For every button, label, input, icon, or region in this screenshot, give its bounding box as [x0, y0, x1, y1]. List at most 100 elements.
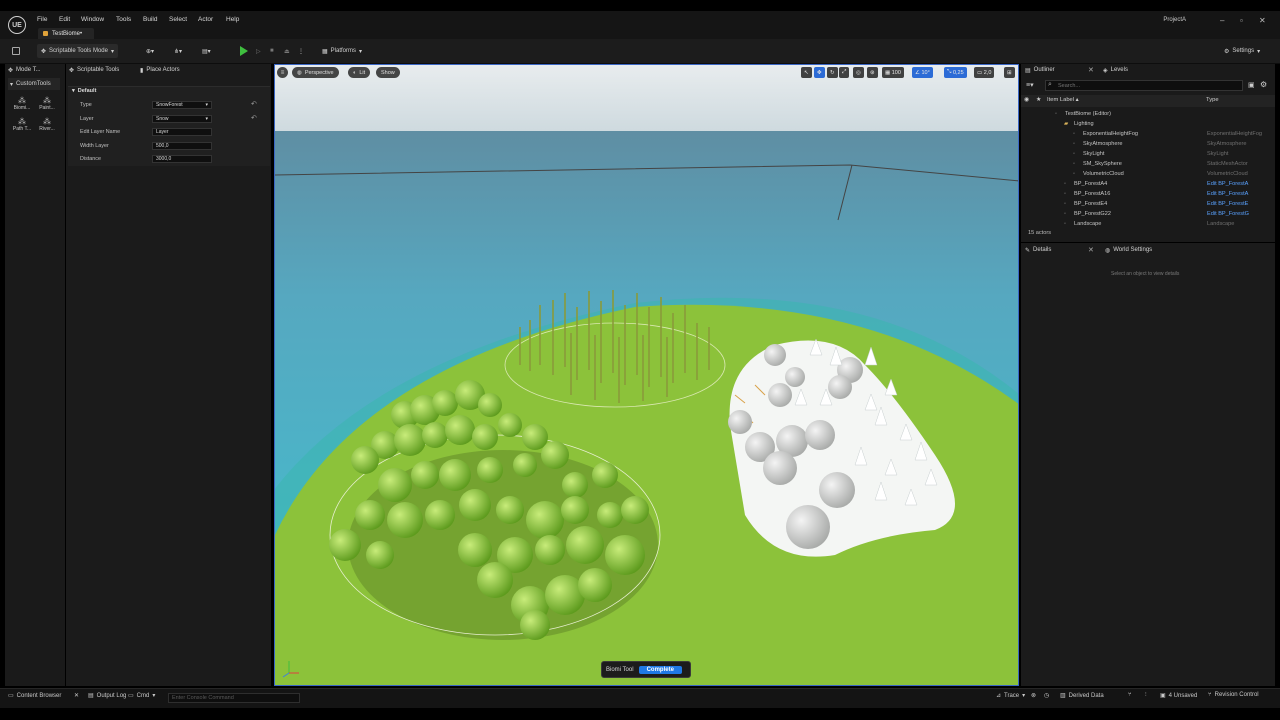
restore-icon[interactable]: ▫ [1240, 16, 1243, 25]
edit-layer-name-field[interactable]: Layer [152, 128, 212, 136]
visibility-icon[interactable]: ◉ [1024, 97, 1029, 103]
cinematics-button[interactable]: ▤▾ [198, 44, 215, 58]
surface-snap-icon[interactable]: ⊛ [867, 67, 878, 78]
lit-button[interactable]: ◐ Lit [348, 67, 371, 78]
document-tab[interactable]: TestBiome• [38, 28, 95, 39]
paint-tool-button[interactable]: ⁂ Paint... [35, 96, 59, 111]
river-tool-button[interactable]: ⁂ River... [35, 117, 59, 132]
outliner-row[interactable]: ◦ BP_ForestA4 Edit BP_ForestA [1021, 179, 1275, 189]
tab-mode-toolbox[interactable]: ✥ Mode T... [8, 64, 41, 76]
show-button[interactable]: Show [376, 67, 400, 78]
save-folder-icon[interactable]: ▣ [1248, 81, 1255, 89]
menu-edit[interactable]: Edit [59, 16, 70, 23]
menu-file[interactable]: File [37, 16, 47, 23]
col-type[interactable]: Type [1206, 97, 1219, 103]
trace-button[interactable]: ⊿ Trace ▾ [996, 692, 1025, 700]
maximize-viewport-icon[interactable]: ⊞ [1004, 67, 1015, 78]
outliner-row[interactable]: ◦ Landscape Landscape [1021, 219, 1275, 229]
outliner-row[interactable]: ◦ SM_SkySphere StaticMeshActor [1021, 159, 1275, 169]
outliner-row[interactable]: ◦ SkyAtmosphere SkyAtmosphere [1021, 139, 1275, 149]
build-icon[interactable]: ⫶ [1145, 692, 1147, 699]
translate-icon[interactable]: ✥ [814, 67, 825, 78]
camera-speed-button[interactable]: ▭ 2,0 [974, 67, 995, 78]
section-default[interactable]: ▾ Default [72, 88, 96, 94]
unreal-logo-icon[interactable]: UE [8, 16, 26, 34]
menu-build[interactable]: Build [143, 16, 157, 23]
menu-actor[interactable]: Actor [198, 16, 213, 23]
tab-scriptable-tools[interactable]: ✥ Scriptable Tools [69, 64, 119, 76]
outliner-row[interactable]: ▰ Lighting [1021, 119, 1275, 129]
perspective-button[interactable]: ◍ Perspective [292, 67, 339, 78]
width-layer-field[interactable]: 500,0 [152, 142, 212, 150]
type-dropdown[interactable]: SnowForest ▾ [152, 101, 212, 109]
outliner-settings-icon[interactable]: ⚙ [1260, 80, 1267, 89]
reset-layer-icon[interactable]: ↶ [251, 114, 257, 122]
scale-snap-button[interactable]: ⤡ 0,25 [944, 67, 967, 78]
outliner-search-input[interactable] [1045, 80, 1243, 91]
outliner-row[interactable]: ◦ BP_ForestA16 Edit BP_ForestA [1021, 189, 1275, 199]
stop-button[interactable]: ■ [266, 44, 278, 58]
path-tool-button[interactable]: ⁂ Path T... [10, 117, 34, 132]
tab-details[interactable]: ✎ Details [1025, 244, 1051, 256]
outliner-row[interactable]: ◦ TestBiome (Editor) [1021, 109, 1275, 119]
tab-place-actors[interactable]: ▮ Place Actors [140, 64, 180, 76]
play-options-button[interactable]: ⋮ [294, 44, 308, 58]
close-content-browser-icon[interactable]: ✕ [74, 692, 79, 699]
close-details-icon[interactable]: ✕ [1088, 246, 1094, 254]
platforms-dropdown[interactable]: ▦ Platforms ▾ [318, 44, 366, 58]
add-actor-button[interactable]: ⊕▾ [142, 44, 158, 58]
mode-dropdown[interactable]: ✥ Scriptable Tools Mode ▾ [37, 44, 118, 58]
scale-icon[interactable]: ⤢ [839, 67, 850, 78]
history-icon[interactable]: ◷ [1044, 692, 1049, 699]
level-viewport[interactable] [274, 64, 1019, 686]
close-icon[interactable]: ✕ [1259, 16, 1266, 25]
rotation-snap-button[interactable]: ∠ 10° [912, 67, 933, 78]
save-button[interactable] [8, 44, 24, 58]
cmd-dropdown[interactable]: ▭ Cmd ▾ [128, 692, 155, 700]
layer-dropdown[interactable]: Snow ▾ [152, 115, 212, 123]
eject-button[interactable]: ⏏ [280, 44, 294, 58]
menu-help[interactable]: Help [226, 16, 239, 23]
edit-blueprint-link[interactable]: Edit BP_ForestA [1207, 181, 1248, 187]
outliner-row[interactable]: ◦ VolumetricCloud VolumetricCloud [1021, 169, 1275, 179]
viewport-menu-icon[interactable]: ≡ [277, 67, 288, 78]
biome-tool-button[interactable]: ⁂ Biomi... [10, 96, 34, 111]
distance-field[interactable]: 3000,0 [152, 155, 212, 163]
pin-icon[interactable]: ★ [1036, 97, 1041, 103]
outliner-row[interactable]: ◦ SkyLight SkyLight [1021, 149, 1275, 159]
filter-icon[interactable]: ≡▾ [1026, 81, 1034, 89]
menu-window[interactable]: Window [81, 16, 104, 23]
media-icon[interactable]: ⊗ [1031, 692, 1036, 699]
source-control-icon[interactable]: ⑂ [1128, 692, 1132, 698]
derived-data-button[interactable]: ▥ Derived Data [1060, 692, 1104, 700]
reset-type-icon[interactable]: ↶ [251, 100, 257, 108]
play-button[interactable] [236, 44, 252, 58]
blueprints-button[interactable]: ⋔▾ [170, 44, 186, 58]
revision-control-button[interactable]: ⑂ Revision Control [1208, 692, 1259, 698]
grid-snap-button[interactable]: ▦ 100 [882, 67, 904, 78]
console-command-input[interactable]: Enter Console Command [168, 693, 300, 703]
rotate-icon[interactable]: ↻ [827, 67, 838, 78]
edit-blueprint-link[interactable]: Edit BP_ForestA [1207, 191, 1248, 197]
edit-blueprint-link[interactable]: Edit BP_ForestE [1207, 201, 1248, 207]
tab-world-settings[interactable]: ◍ World Settings [1105, 244, 1152, 256]
content-browser-button[interactable]: ▭ Content Browser [8, 692, 61, 700]
close-outliner-icon[interactable]: ✕ [1088, 66, 1094, 74]
outliner-row[interactable]: ◦ BP_ForestE4 Edit BP_ForestE [1021, 199, 1275, 209]
outliner-row[interactable]: ◦ BP_ForestG22 Edit BP_ForestG [1021, 209, 1275, 219]
unsaved-button[interactable]: ▣ 4 Unsaved [1160, 692, 1197, 700]
complete-button[interactable]: Complete [638, 665, 682, 674]
settings-button[interactable]: ⚙ Settings ▾ [1220, 44, 1264, 58]
col-item-label[interactable]: Item Label ▴ [1047, 97, 1079, 103]
advance-frame-button[interactable]: ▷ [252, 44, 265, 58]
output-log-button[interactable]: ▤ Output Log [88, 692, 126, 700]
menu-tools[interactable]: Tools [116, 16, 131, 23]
select-mode-icon[interactable]: ↖ [801, 67, 812, 78]
menu-select[interactable]: Select [169, 16, 187, 23]
outliner-row[interactable]: ◦ ExponentialHeightFog ExponentialHeightFo… [1021, 129, 1275, 139]
custom-tools-category[interactable]: ▾ CustomTools [8, 78, 60, 90]
edit-blueprint-link[interactable]: Edit BP_ForestG [1207, 211, 1249, 217]
world-space-icon[interactable]: ◎ [853, 67, 864, 78]
minimize-icon[interactable]: – [1220, 16, 1224, 25]
tab-levels[interactable]: ◈ Levels [1103, 64, 1128, 76]
